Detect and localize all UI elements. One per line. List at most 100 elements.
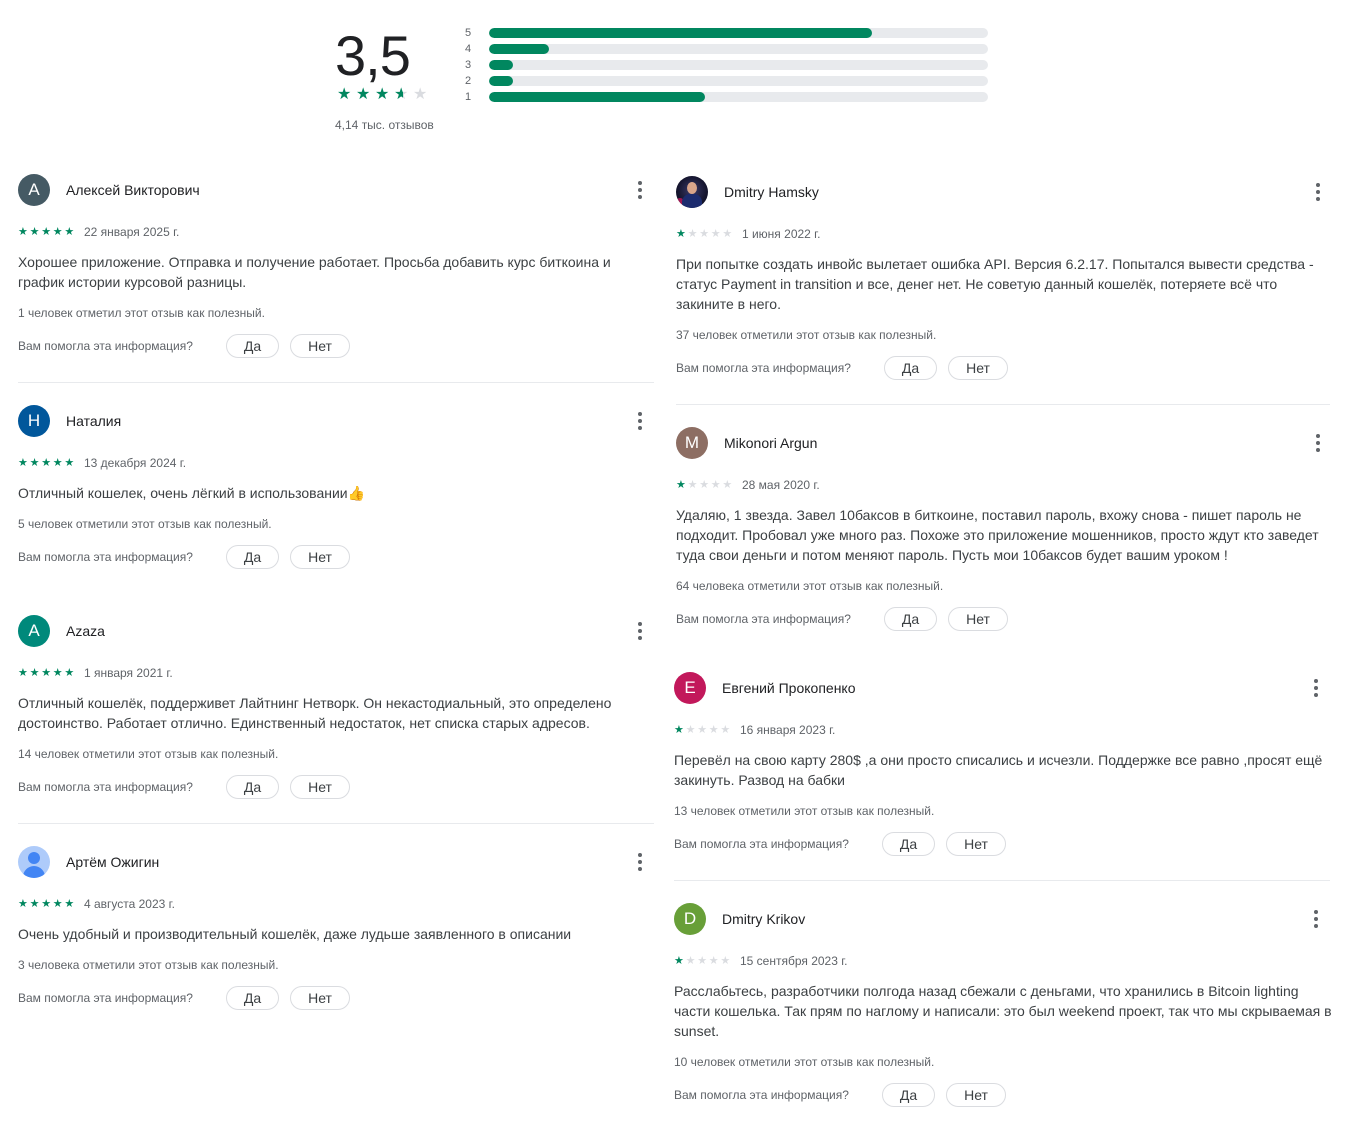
star-icon: ★ xyxy=(29,457,40,469)
helpful-count: 13 человек отметили этот отзыв как полез… xyxy=(674,804,935,818)
star-icon: ★ xyxy=(64,457,75,469)
rating-bar-track xyxy=(489,44,988,54)
star-icon: ★ xyxy=(18,667,28,679)
review-stars: ★ ★ ★ ★ ★ xyxy=(674,955,732,967)
star-icon: ★ xyxy=(18,457,28,469)
helpful-count: 37 человек отметили этот отзыв как полез… xyxy=(676,328,937,342)
helpful-count: 14 человек отметили этот отзыв как полез… xyxy=(18,747,279,761)
more-options-icon[interactable] xyxy=(1308,431,1328,455)
star-icon: ★ xyxy=(685,724,696,736)
star-icon: ★ xyxy=(394,86,412,104)
more-options-icon[interactable] xyxy=(1308,180,1328,204)
helpful-no-button[interactable]: Нет xyxy=(290,545,350,569)
review-date: 16 января 2023 г. xyxy=(739,723,836,737)
review-date: 28 мая 2020 г. xyxy=(741,478,820,492)
reviewer-name: Dmitry Krikov xyxy=(722,911,806,927)
avatar: E xyxy=(674,672,706,704)
reviewer-name: Евгений Прокопенко xyxy=(722,680,856,696)
helpful-question: Вам помогла эта информация? xyxy=(18,550,193,564)
reviewer-name: Dmitry Hamsky xyxy=(724,184,819,200)
rating-summary: 3,5 ★ ★ ★ ★ ★ 4,14 тыс. отзывов 54321 xyxy=(335,22,995,142)
helpful-no-button[interactable]: Нет xyxy=(290,775,350,799)
helpful-count: 1 человек отметил этот отзыв как полезны… xyxy=(18,306,265,320)
avatar-letter: E xyxy=(684,678,696,697)
review-text: Отличный кошелек, очень лёгкий в использ… xyxy=(18,485,366,501)
review-card: E Евгений Прокопенко ★ ★ ★ ★ ★ 16 января 2023 г… xyxy=(674,672,1334,856)
star-icon: ★ xyxy=(722,479,733,491)
rating-bar-track xyxy=(489,60,988,70)
review-text: Расслабьтесь, разработчики полгода назад… xyxy=(674,983,1332,1039)
star-icon: ★ xyxy=(676,479,686,491)
helpful-yes-button[interactable]: Да xyxy=(884,607,937,631)
more-options-icon[interactable] xyxy=(1306,676,1326,700)
more-options-icon[interactable] xyxy=(630,619,650,643)
reviewer-name: Алексей Викторович xyxy=(66,182,200,198)
review-meta: ★ ★ ★ ★ ★ 13 декабря 2024 г. xyxy=(18,455,658,471)
more-options-icon[interactable] xyxy=(1306,907,1326,931)
review-text: Хорошее приложение. Отправка и получение… xyxy=(18,254,611,290)
star-icon: ★ xyxy=(710,479,721,491)
helpful-prompt: Вам помогла эта информация? Да Нет xyxy=(18,545,658,569)
helpful-prompt: Вам помогла эта информация? Да Нет xyxy=(18,334,658,358)
helpful-prompt: Вам помогла эта информация? Да Нет xyxy=(18,986,658,1010)
review-card: Артём Ожигин ★ ★ ★ ★ ★ 4 августа 2023 г. Очень … xyxy=(18,846,658,1010)
divider xyxy=(674,880,1330,881)
rating-bar-label: 1 xyxy=(465,91,472,103)
avatar-letter: A xyxy=(28,621,40,640)
avatar: Н xyxy=(18,405,50,437)
review-header: D Dmitry Krikov xyxy=(674,903,1334,937)
average-rating: 3,5 xyxy=(335,24,411,87)
review-card: Dmitry Hamsky ★ ★ ★ ★ ★ 1 июня 2022 г. При попы… xyxy=(676,176,1336,380)
helpful-no-button[interactable]: Нет xyxy=(948,607,1008,631)
more-options-icon[interactable] xyxy=(630,850,650,874)
rating-bar-label: 2 xyxy=(465,75,472,87)
divider xyxy=(18,823,654,824)
helpful-yes-button[interactable]: Да xyxy=(226,775,279,799)
more-options-icon[interactable] xyxy=(630,178,650,202)
helpful-count: 10 человек отметили этот отзыв как полез… xyxy=(674,1055,935,1069)
avatar-letter: D xyxy=(683,909,697,928)
helpful-question: Вам помогла эта информация? xyxy=(18,780,193,794)
helpful-prompt: Вам помогла эта информация? Да Нет xyxy=(676,607,1336,631)
helpful-yes-button[interactable]: Да xyxy=(882,1083,935,1107)
rating-bar-label: 4 xyxy=(465,43,472,55)
star-icon: ★ xyxy=(356,86,371,103)
avatar-letter: Н xyxy=(27,411,41,430)
avatar-letter: A xyxy=(28,180,40,199)
review-stars: ★ ★ ★ ★ ★ xyxy=(676,479,734,491)
rating-bar-fill xyxy=(489,60,513,70)
star-icon: ★ xyxy=(18,898,28,910)
helpful-yes-button[interactable]: Да xyxy=(226,545,279,569)
rating-bar-row: 3 xyxy=(465,57,990,73)
review-header: E Евгений Прокопенко xyxy=(674,672,1334,706)
helpful-yes-button[interactable]: Да xyxy=(226,334,279,358)
more-options-icon[interactable] xyxy=(630,409,650,433)
review-meta: ★ ★ ★ ★ ★ 1 января 2021 г. xyxy=(18,665,658,681)
helpful-no-button[interactable]: Нет xyxy=(290,334,350,358)
rating-bar-label: 5 xyxy=(465,27,472,39)
helpful-yes-button[interactable]: Да xyxy=(882,832,935,856)
helpful-yes-button[interactable]: Да xyxy=(226,986,279,1010)
helpful-no-button[interactable]: Нет xyxy=(290,986,350,1010)
helpful-yes-button[interactable]: Да xyxy=(884,356,937,380)
review-meta: ★ ★ ★ ★ ★ 15 сентября 2023 г. xyxy=(674,953,1334,969)
star-icon: ★ xyxy=(674,955,684,967)
star-icon: ★ xyxy=(41,457,52,469)
star-icon: ★ xyxy=(699,228,710,240)
reviewer-name: Наталия xyxy=(66,413,122,429)
star-icon: ★ xyxy=(676,228,686,240)
star-icon: ★ xyxy=(413,86,428,103)
review-meta: ★ ★ ★ ★ ★ 16 января 2023 г. xyxy=(674,722,1334,738)
star-icon: ★ xyxy=(710,228,721,240)
rating-bar-row: 1 xyxy=(465,89,990,105)
review-date: 22 января 2025 г. xyxy=(83,225,180,239)
helpful-no-button[interactable]: Нет xyxy=(946,1083,1006,1107)
rating-bar-fill xyxy=(489,92,706,102)
rating-bar-fill xyxy=(489,76,513,86)
helpful-no-button[interactable]: Нет xyxy=(948,356,1008,380)
helpful-prompt: Вам помогла эта информация? Да Нет xyxy=(674,832,1334,856)
star-icon: ★ xyxy=(64,667,75,679)
review-text: Отличный кошелёк, поддерживет Лайтнинг Н… xyxy=(18,695,612,731)
helpful-no-button[interactable]: Нет xyxy=(946,832,1006,856)
helpful-count: 64 человека отметили этот отзыв как поле… xyxy=(676,579,944,593)
